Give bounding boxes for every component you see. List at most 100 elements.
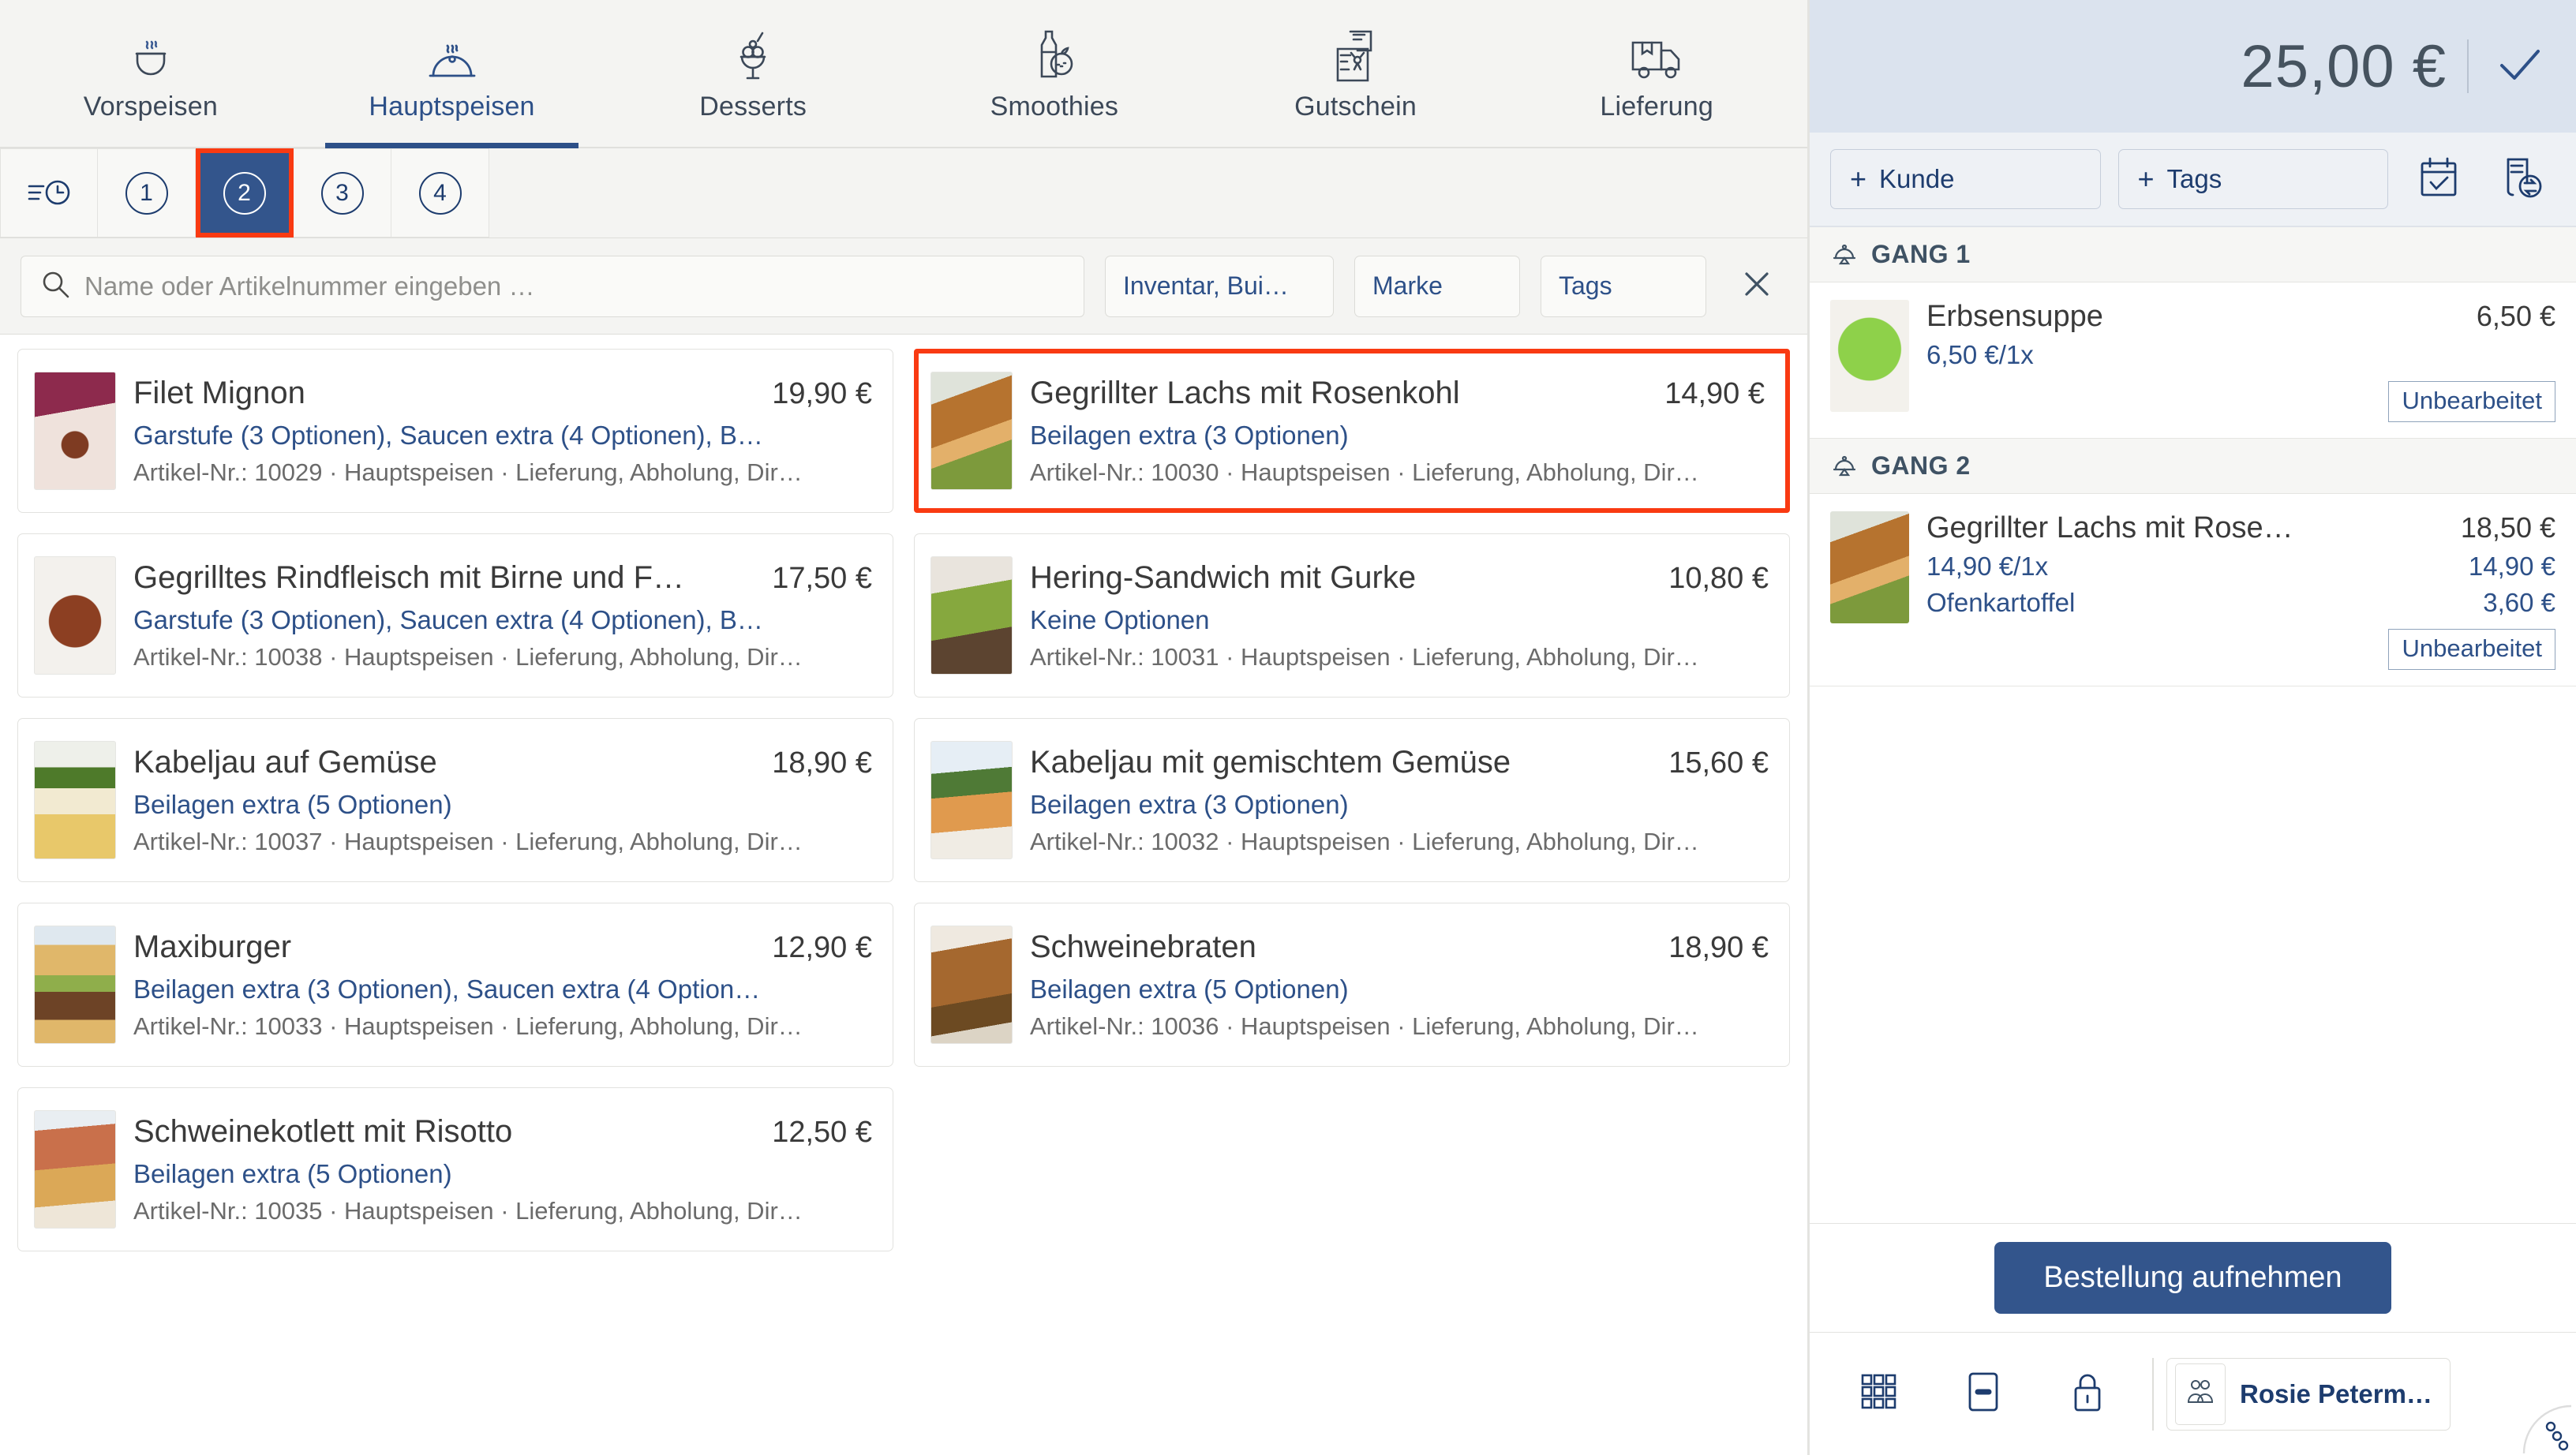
product-meta: Artikel-Nr.: 10030 · Hauptspeisen · Lief… — [1030, 458, 1699, 486]
check-icon — [2497, 45, 2543, 88]
product-price: 15,60 € — [1668, 746, 1769, 780]
search-input[interactable]: Name oder Artikelnummer eingeben … — [21, 255, 1084, 317]
corner-menu-button[interactable] — [2516, 1403, 2572, 1454]
course-number: 1 — [125, 171, 168, 215]
tab-desserts[interactable]: Desserts — [602, 0, 904, 147]
product-card[interactable]: Filet Mignon 19,90 € Garstufe (3 Optione… — [17, 349, 893, 513]
product-price: 17,50 € — [772, 561, 872, 595]
clear-filters-button[interactable] — [1727, 256, 1787, 317]
order-item[interactable]: Gegrillter Lachs mit Rose… 18,50 € 14,90… — [1810, 494, 2576, 686]
lock-button[interactable] — [2035, 1358, 2140, 1431]
product-options: Garstufe (3 Optionen), Saucen extra (4 O… — [133, 420, 763, 450]
course-header-2: GANG 2 — [1810, 439, 2576, 494]
product-meta: Artikel-Nr.: 10035 · Hauptspeisen · Lief… — [133, 1196, 803, 1225]
confirm-order-button[interactable] — [2489, 45, 2551, 88]
course-number: 3 — [320, 171, 364, 215]
search-icon — [40, 269, 70, 303]
product-meta: Artikel-Nr.: 10036 · Hauptspeisen · Lief… — [1030, 1012, 1699, 1040]
product-price: 12,50 € — [772, 1115, 872, 1149]
product-meta: Artikel-Nr.: 10029 · Hauptspeisen · Lief… — [133, 458, 803, 486]
divider — [2467, 39, 2469, 93]
course-button-1[interactable]: 1 — [98, 148, 196, 238]
product-card[interactable]: Kabeljau auf Gemüse 18,90 € Beilagen ext… — [17, 718, 893, 882]
order-item-name: Erbsensuppe — [1926, 300, 2103, 333]
product-price: 19,90 € — [772, 376, 872, 410]
minus-box-icon — [1965, 1369, 2001, 1419]
product-options: Beilagen extra (5 Optionen) — [133, 1158, 452, 1188]
product-card[interactable]: Gegrilltes Rindfleisch mit Birne und F… … — [17, 533, 893, 698]
order-cta-bar: Bestellung aufnehmen — [1810, 1223, 2576, 1332]
bottle-fruit-icon — [1031, 25, 1078, 84]
avatar — [2175, 1363, 2226, 1425]
course-history-button[interactable] — [0, 148, 98, 238]
product-price: 14,90 € — [1664, 376, 1765, 410]
add-customer-label: Kunde — [1879, 164, 1955, 193]
order-footer-bar: Rosie Peterm… — [1810, 1332, 2576, 1455]
tab-label: Smoothies — [990, 91, 1119, 122]
tab-vorspeisen[interactable]: Vorspeisen — [0, 0, 301, 147]
product-card[interactable]: Maxiburger 12,90 € Beilagen extra (3 Opt… — [17, 903, 893, 1067]
product-meta: Artikel-Nr.: 10033 · Hauptspeisen · Lief… — [133, 1012, 803, 1040]
order-item-unit-price: 6,50 €/1x — [1926, 340, 2034, 369]
order-item-name: Gegrillter Lachs mit Rose… — [1926, 511, 2293, 544]
product-card-selected[interactable]: Gegrillter Lachs mit Rosenkohl 14,90 € B… — [914, 349, 1790, 513]
order-items-list[interactable]: GANG 1 Erbsensuppe 6,50 € 6,50 €/1x Unbe… — [1810, 227, 2576, 1223]
tags-filter[interactable]: Tags — [1541, 255, 1706, 317]
course-button-2[interactable]: 2 — [196, 148, 294, 238]
status-badge[interactable]: Unbearbeitet — [2388, 629, 2555, 670]
product-thumbnail — [930, 926, 1013, 1044]
order-item[interactable]: Erbsensuppe 6,50 € 6,50 €/1x Unbearbeite… — [1810, 282, 2576, 439]
product-thumbnail — [930, 372, 1013, 490]
current-user-chip[interactable]: Rosie Peterm… — [2166, 1357, 2451, 1431]
status-badge[interactable]: Unbearbeitet — [2388, 381, 2555, 422]
order-item-base-price: 14,90 € — [2468, 552, 2555, 581]
order-item-unit-price: 14,90 €/1x — [1926, 552, 2049, 581]
add-customer-button[interactable]: + Kunde — [1830, 149, 2101, 209]
product-grid-scroll[interactable]: Filet Mignon 19,90 € Garstufe (3 Optione… — [0, 335, 1807, 1455]
add-tags-button[interactable]: + Tags — [2117, 149, 2388, 209]
product-card[interactable]: Kabeljau mit gemischtem Gemüse 15,60 € B… — [914, 718, 1790, 882]
course-button-4[interactable]: 4 — [391, 148, 489, 238]
product-thumbnail — [34, 556, 116, 675]
filter-label: Marke — [1372, 271, 1443, 300]
product-meta: Artikel-Nr.: 10032 · Hauptspeisen · Lief… — [1030, 827, 1699, 855]
cloche-small-icon — [1830, 238, 1859, 272]
schedule-button[interactable] — [2406, 148, 2472, 210]
product-name: Kabeljau auf Gemüse — [133, 744, 437, 780]
product-card[interactable]: Schweinekotlett mit Risotto 12,50 € Beil… — [17, 1087, 893, 1251]
product-thumbnail — [34, 741, 116, 859]
tab-gutschein[interactable]: Gutschein — [1205, 0, 1507, 147]
plus-icon: + — [1850, 163, 1867, 195]
minus-button[interactable] — [1931, 1358, 2035, 1431]
order-pane: 25,00 € + Kunde + Tags GANG 1 Erbsensupp… — [1807, 0, 2576, 1455]
product-name: Schweinekotlett mit Risotto — [133, 1113, 513, 1149]
receipt-exchange-button[interactable] — [2489, 148, 2555, 210]
product-meta: Artikel-Nr.: 10038 · Hauptspeisen · Lief… — [133, 642, 803, 671]
product-card[interactable]: Hering-Sandwich mit Gurke 10,80 € Keine … — [914, 533, 1790, 698]
tab-lieferung[interactable]: Lieferung — [1506, 0, 1807, 147]
brand-filter[interactable]: Marke — [1354, 255, 1520, 317]
sundae-icon — [731, 25, 775, 84]
current-user-name: Rosie Peterm… — [2240, 1378, 2432, 1408]
tab-label: Vorspeisen — [83, 91, 218, 122]
tab-smoothies[interactable]: Smoothies — [904, 0, 1205, 147]
voucher-icon — [1331, 25, 1380, 84]
product-name: Gegrillter Lachs mit Rosenkohl — [1030, 375, 1460, 410]
delivery-truck-icon — [1628, 25, 1685, 84]
product-name: Hering-Sandwich mit Gurke — [1030, 559, 1417, 595]
order-total-bar: 25,00 € — [1810, 0, 2576, 133]
tab-label: Hauptspeisen — [369, 91, 535, 122]
inventory-filter[interactable]: Inventar, Bui… — [1105, 255, 1334, 317]
place-order-button[interactable]: Bestellung aufnehmen — [1994, 1242, 2391, 1314]
recent-list-icon — [24, 174, 73, 212]
product-name: Maxiburger — [133, 929, 292, 964]
grid-keypad-icon — [1858, 1371, 1900, 1417]
keypad-button[interactable] — [1827, 1358, 1931, 1431]
tab-hauptspeisen[interactable]: Hauptspeisen — [301, 0, 603, 148]
product-card[interactable]: Schweinebraten 18,90 € Beilagen extra (5… — [914, 903, 1790, 1067]
course-header-1: GANG 1 — [1810, 227, 2576, 282]
product-options: Beilagen extra (5 Optionen) — [133, 789, 452, 819]
product-price: 18,90 € — [772, 746, 872, 780]
course-button-3[interactable]: 3 — [294, 148, 391, 238]
filter-label: Inventar, Bui… — [1123, 271, 1289, 300]
